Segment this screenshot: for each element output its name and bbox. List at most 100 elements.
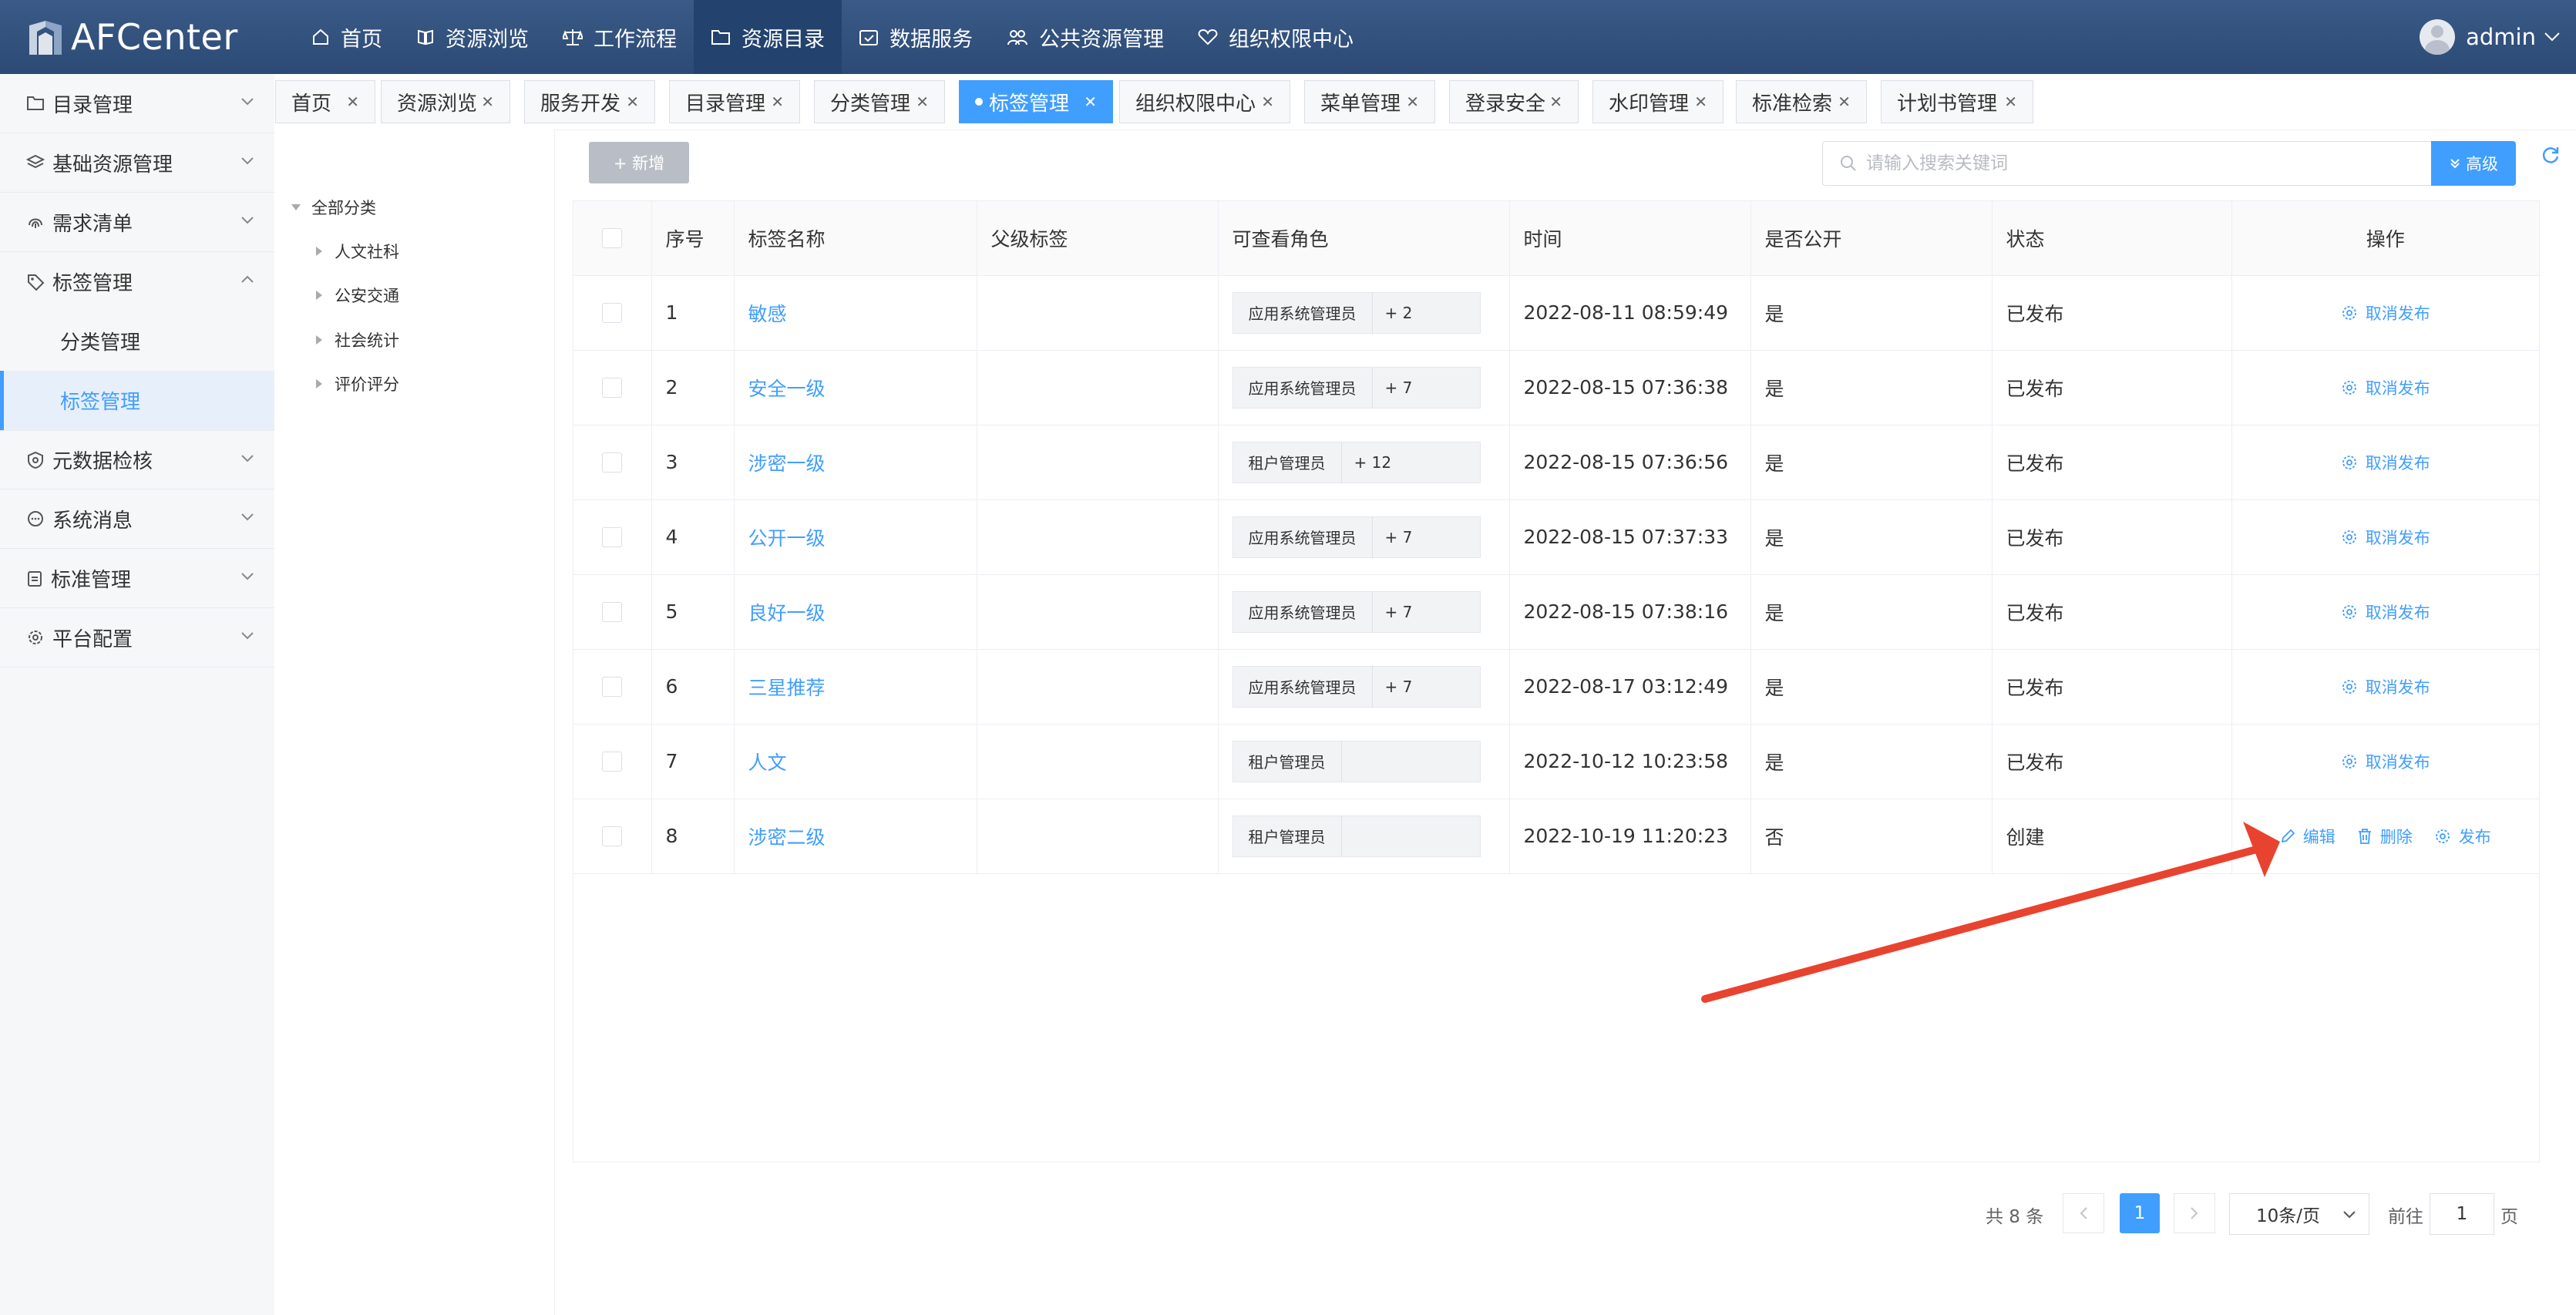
- tab-plan-management[interactable]: 计划书管理 ✕: [1881, 80, 2033, 123]
- sidebar-item-standards[interactable]: 标准管理: [0, 549, 274, 608]
- table-row[interactable]: 3 涉密一级 租户管理员 + 12 2022-08-15 07:36:56 是已发布 取消发…: [573, 425, 2539, 500]
- tree-node[interactable]: 评价评分: [316, 372, 399, 395]
- topnav-public-resource[interactable]: 公共资源管理: [990, 0, 1181, 74]
- advanced-search-button[interactable]: 高级: [2431, 141, 2516, 186]
- sidebar-item-tag-management[interactable]: 标签管理: [0, 252, 274, 311]
- row-checkbox[interactable]: [602, 526, 622, 547]
- select-all-checkbox[interactable]: [602, 227, 622, 248]
- close-icon[interactable]: ✕: [626, 92, 639, 111]
- unpublish-button[interactable]: 取消发布: [2341, 750, 2430, 773]
- table-row[interactable]: 4 公开一级 应用系统管理员 + 7 2022-08-15 07:37:33 是已发布 取消…: [573, 499, 2539, 575]
- caret-right-icon[interactable]: [316, 291, 322, 300]
- unpublish-button[interactable]: 取消发布: [2341, 301, 2430, 325]
- row-checkbox[interactable]: [602, 826, 622, 846]
- close-icon[interactable]: ✕: [916, 92, 929, 111]
- unpublish-button[interactable]: 取消发布: [2341, 675, 2430, 698]
- tab-tag-management[interactable]: 标签管理 ✕: [959, 80, 1113, 123]
- add-tag-button[interactable]: + 新增: [589, 142, 689, 183]
- tag-name-link[interactable]: 人文: [748, 752, 787, 774]
- sidebar-item-metadata-check[interactable]: 元数据检核: [0, 430, 274, 489]
- publish-button[interactable]: 发布: [2434, 825, 2491, 848]
- table-row[interactable]: 8 涉密二级 租户管理员 2022-10-19 11:20:23 否创建 编辑 删除 发布: [573, 799, 2539, 874]
- row-checkbox[interactable]: [602, 751, 622, 772]
- table-row[interactable]: 1 敏感 应用系统管理员 + 2 2022-08-11 08:59:49 是已发布 取消发布: [573, 275, 2539, 351]
- tab-menu-management[interactable]: 菜单管理 ✕: [1304, 80, 1435, 123]
- close-icon[interactable]: ✕: [1549, 92, 1562, 111]
- page-number-button[interactable]: 1: [2120, 1193, 2160, 1233]
- table-row[interactable]: 7 人文 租户管理员 2022-10-12 10:23:58 是已发布 取消发布: [573, 724, 2539, 799]
- search-box[interactable]: [1822, 141, 2433, 186]
- table-row[interactable]: 2 安全一级 应用系统管理员 + 7 2022-08-15 07:36:38 是已发布 取消…: [573, 350, 2539, 425]
- caret-down-icon[interactable]: [291, 204, 301, 210]
- row-checkbox[interactable]: [602, 302, 622, 323]
- row-checkbox[interactable]: [602, 452, 622, 473]
- topnav-org-permission[interactable]: 组织权限中心: [1181, 0, 1370, 74]
- delete-button[interactable]: 删除: [2357, 825, 2413, 848]
- tag-name-link[interactable]: 三星推荐: [748, 677, 826, 699]
- tree-node[interactable]: 社会统计: [316, 328, 399, 351]
- tab-service-dev[interactable]: 服务开发 ✕: [524, 80, 655, 123]
- sidebar-subitem-tag-management[interactable]: 标签管理: [0, 371, 274, 430]
- topnav-workflow[interactable]: 工作流程: [546, 0, 694, 74]
- sidebar-item-system-messages[interactable]: 系统消息: [0, 489, 274, 549]
- unpublish-button[interactable]: 取消发布: [2341, 376, 2430, 399]
- table-row[interactable]: 5 良好一级 应用系统管理员 + 7 2022-08-15 07:38:16 是已发布 取消…: [573, 574, 2539, 650]
- tree-root[interactable]: 全部分类: [291, 196, 376, 219]
- tab-login-security[interactable]: 登录安全 ✕: [1449, 80, 1579, 123]
- close-icon[interactable]: ✕: [1694, 92, 1707, 111]
- row-actions: 取消发布: [2232, 750, 2540, 773]
- goto-page-input[interactable]: 1: [2430, 1193, 2494, 1235]
- refresh-icon[interactable]: [2541, 145, 2561, 165]
- tab-watermark[interactable]: 水印管理 ✕: [1592, 80, 1723, 123]
- close-icon[interactable]: ✕: [1406, 92, 1419, 111]
- sidebar-item-catalog[interactable]: 目录管理: [0, 74, 274, 133]
- edit-button[interactable]: 编辑: [2280, 825, 2336, 848]
- tag-name-link[interactable]: 良好一级: [748, 602, 826, 624]
- sidebar-subitem-category[interactable]: 分类管理: [0, 311, 274, 371]
- topnav-resource-catalog[interactable]: 资源目录: [694, 0, 842, 74]
- tag-name-link[interactable]: 公开一级: [748, 527, 826, 550]
- close-icon[interactable]: ✕: [346, 92, 359, 111]
- sidebar-item-base-resource[interactable]: 基础资源管理: [0, 133, 274, 193]
- close-icon[interactable]: ✕: [1261, 92, 1274, 111]
- table-row[interactable]: 6 三星推荐 应用系统管理员 + 7 2022-08-17 03:12:49 是已发布 取消…: [573, 649, 2539, 725]
- unpublish-button[interactable]: 取消发布: [2341, 600, 2430, 624]
- close-icon[interactable]: ✕: [2004, 92, 2017, 111]
- tab-home[interactable]: 首页 ✕: [275, 80, 375, 123]
- next-page-button[interactable]: [2174, 1193, 2215, 1233]
- tree-node[interactable]: 人文社科: [316, 240, 399, 263]
- close-icon[interactable]: ✕: [481, 92, 494, 111]
- app-logo[interactable]: AFCenter: [28, 15, 238, 59]
- tab-catalog-management[interactable]: 目录管理 ✕: [669, 80, 800, 123]
- sidebar-item-platform-config[interactable]: 平台配置: [0, 608, 274, 668]
- row-checkbox[interactable]: [602, 601, 622, 622]
- topnav-home[interactable]: 首页: [294, 0, 399, 74]
- page-size-select[interactable]: 10条/页: [2229, 1193, 2369, 1235]
- user-menu[interactable]: admin: [2420, 0, 2561, 74]
- tag-name-link[interactable]: 安全一级: [748, 378, 826, 400]
- close-icon[interactable]: ✕: [1084, 92, 1097, 111]
- caret-right-icon[interactable]: [316, 247, 322, 256]
- row-checkbox[interactable]: [602, 676, 622, 697]
- sidebar-item-requirements[interactable]: 需求清单: [0, 193, 274, 252]
- close-icon[interactable]: ✕: [1838, 92, 1851, 111]
- close-icon[interactable]: ✕: [771, 92, 784, 111]
- caret-right-icon[interactable]: [316, 379, 322, 388]
- tab-standard-search[interactable]: 标准检索 ✕: [1736, 80, 1867, 123]
- tab-resource-browse[interactable]: 资源浏览 ✕: [381, 80, 510, 123]
- topnav-data-service[interactable]: 数据服务: [842, 0, 990, 74]
- caret-right-icon[interactable]: [316, 335, 322, 345]
- unpublish-button[interactable]: 取消发布: [2341, 451, 2430, 474]
- tab-category-management[interactable]: 分类管理 ✕: [814, 80, 945, 123]
- tree-node[interactable]: 公安交通: [316, 284, 399, 307]
- row-select-cell: [573, 425, 652, 500]
- search-input[interactable]: [1865, 153, 2407, 174]
- prev-page-button[interactable]: [2063, 1193, 2104, 1233]
- tab-org-permission[interactable]: 组织权限中心 ✕: [1119, 80, 1290, 123]
- tag-name-link[interactable]: 涉密二级: [748, 826, 826, 849]
- row-checkbox[interactable]: [602, 377, 622, 398]
- tag-name-link[interactable]: 涉密一级: [748, 452, 826, 475]
- unpublish-button[interactable]: 取消发布: [2341, 526, 2430, 549]
- tag-name-link[interactable]: 敏感: [748, 303, 787, 325]
- topnav-resource-browse[interactable]: 资源浏览: [399, 0, 546, 74]
